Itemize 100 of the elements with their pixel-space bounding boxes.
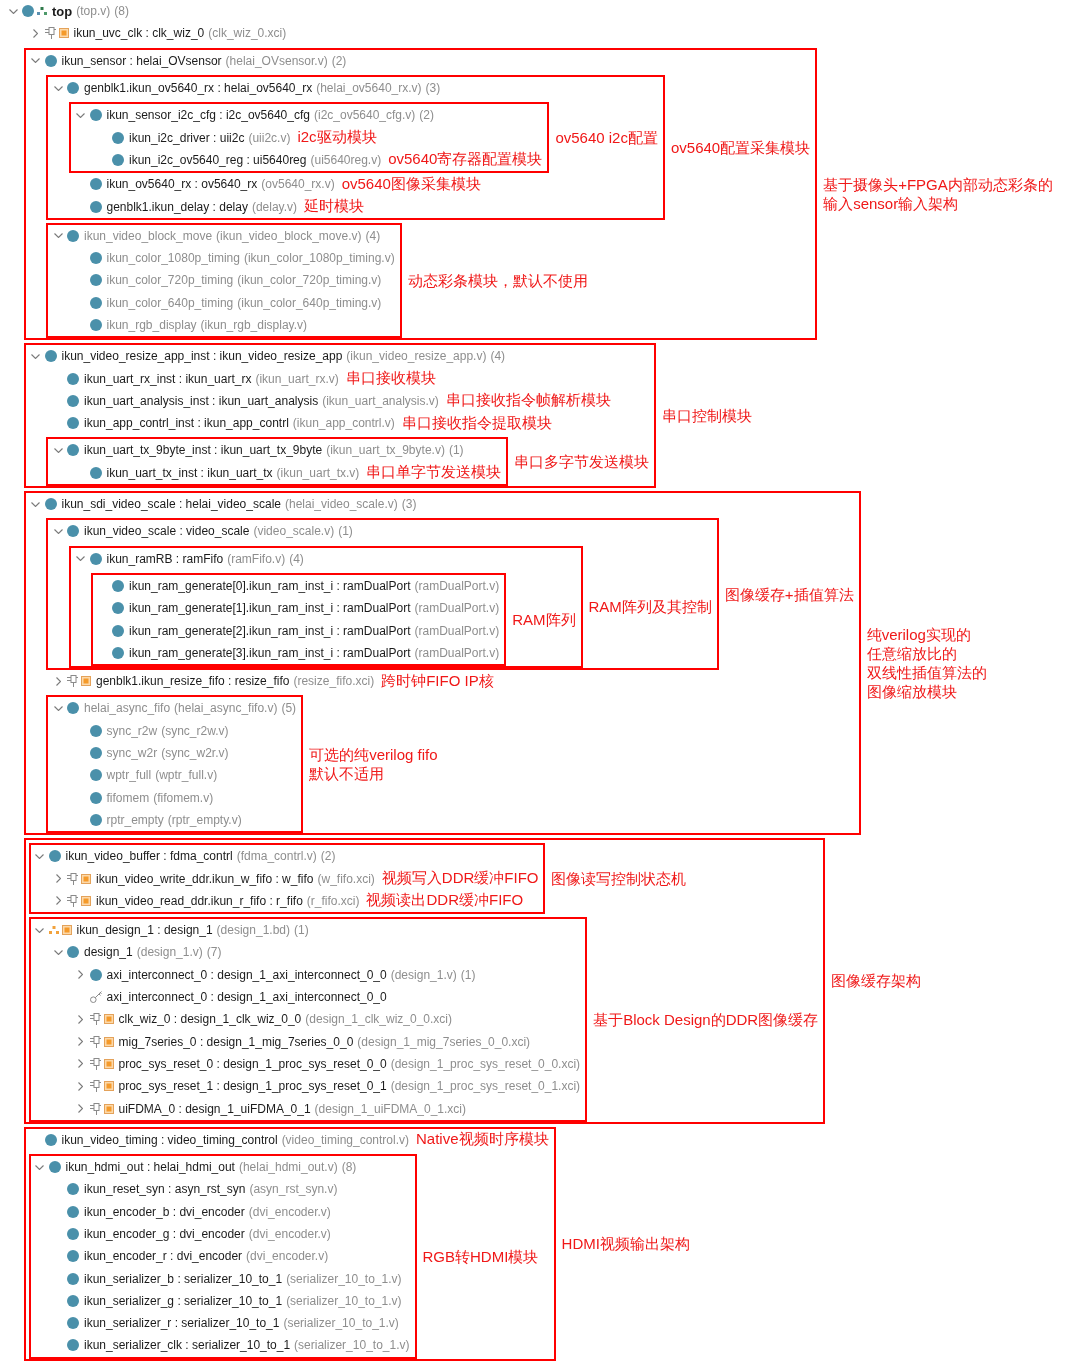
circle-icon [67,1250,79,1263]
tree-item-label[interactable]: ikun_sensor : helai_OVsensor [61,53,222,68]
chevron-icon[interactable] [35,1164,44,1170]
tree-item-label[interactable]: ikun_uart_tx_9byte_inst : ikun_uart_tx_9byte [84,443,323,458]
chevron-icon[interactable] [76,112,85,118]
tree-item-label[interactable]: ikun_i2c_driver : uii2c [129,130,245,145]
tree-item-label[interactable]: axi_interconnect_0 : design_1_axi_interconnect_0_0 [106,967,387,982]
circle-icon [67,1228,79,1240]
chevron-icon[interactable] [31,501,40,507]
tree-item-label[interactable]: ikun_ram_generate[1].ikun_ram_inst_i : ramDualPort [129,601,411,616]
tree-item-label[interactable]: mig_7series_0 : design_1_mig_7series_0_0 [118,1034,354,1049]
child-count: (1) [460,967,476,982]
tree-item-label[interactable]: genblk1.ikun_delay : delay [106,199,248,214]
chevron-icon[interactable] [78,1081,83,1091]
square-icon [61,925,72,936]
tree-item-label[interactable]: ikun_uart_rx_inst : ikun_uart_rx [84,371,252,386]
chevron-icon[interactable] [35,853,44,859]
tree-item-label[interactable]: ikun_ramRB : ramFifo [106,551,224,566]
chip-icon [44,27,56,40]
chevron-icon[interactable] [55,896,61,906]
annotation-text: 串口接收指令帧解析模块 [445,391,611,411]
tree-item-label[interactable]: ikun_ram_generate[2].ikun_ram_inst_i : ramDualPort [129,623,411,638]
chevron-icon[interactable] [33,28,38,38]
chevron-icon[interactable] [55,676,61,686]
tree-item-label[interactable]: ikun_ram_generate[3].ikun_ram_inst_i : ramDualPort [129,645,411,660]
annotation-label: RAM阵列 [512,609,576,629]
tree-item-label[interactable]: design_1 [84,945,133,960]
tree-item-label[interactable]: ikun_app_contrl_inst : ikun_app_contrl [84,416,289,431]
tree-item-label[interactable]: uiFDMA_0 : design_1_uiFDMA_0_1 [118,1101,311,1116]
tree-item-label[interactable]: ikun_i2c_ov5640_reg : ui5640reg [129,152,307,167]
tree-item-label[interactable]: ikun_sdi_video_scale : helai_video_scale [61,497,281,512]
tree-item-label[interactable]: proc_sys_reset_0 : design_1_proc_sys_reset_0_0 [118,1056,387,1071]
circle-icon [89,747,102,760]
tree-item-label[interactable]: top [52,3,73,19]
tree-item-label[interactable]: ikun_ov5640_rx : ov5640_rx [106,177,258,192]
tree-item-label[interactable]: ikun_video_resize_app_inst : ikun_video_resize_app [61,349,343,364]
tree-item-label[interactable]: ikun_hdmi_out : helai_hdmi_out [65,1160,235,1175]
tree-item-label[interactable]: ikun_serializer_b : serializer_10_to_1 [84,1271,283,1286]
tree-item-label[interactable]: ikun_uart_analysis_inst : ikun_uart_analysis [84,393,319,408]
chevron-icon[interactable] [78,1037,83,1047]
chevron-icon[interactable] [53,528,63,534]
tree-item-label[interactable]: ikun_encoder_b : dvi_encoder [84,1204,245,1219]
child-count: (4) [490,349,506,364]
chevron-icon[interactable] [35,927,44,933]
tree-item-label[interactable]: ikun_uvc_clk : clk_wiz_0 [73,26,205,41]
tree-item-label[interactable]: ikun_encoder_g : dvi_encoder [84,1227,245,1241]
tree-item-label[interactable]: genblk1.ikun_resize_fifo : resize_fifo [96,674,290,689]
annotation-label: 图像缓存+插值算法 [724,584,854,604]
chevron-icon[interactable] [76,556,85,562]
tree-item-label[interactable]: ikun_design_1 : design_1 [76,923,213,938]
tree-item-label[interactable]: ikun_video_write_ddr.ikun_w_fifo : w_fifo [96,871,314,886]
source-file: (ikun_color_1080p_timing.v) [243,251,395,266]
annotation-text: i2c驱动模块 [297,128,377,148]
tree-item-label[interactable]: ikun_serializer_g : serializer_10_to_1 [84,1293,283,1308]
tree-item-label[interactable]: genblk1.ikun_ov5640_rx : helai_ov5640_rx [84,81,313,96]
chevron-icon[interactable] [78,1014,83,1024]
annotation-label: 输入sensor输入架构 [823,193,959,213]
source-file: (design_1_proc_sys_reset_0_0.xci) [390,1056,581,1071]
tree-item-label[interactable]: proc_sys_reset_1 : design_1_proc_sys_reset_0_1 [118,1079,387,1094]
annotation-label: HDMI视频输出架构 [561,1234,690,1254]
tree-item-label[interactable]: ikun_serializer_r : serializer_10_to_1 [84,1316,280,1331]
source-file: (design_1.bd) [216,923,290,938]
tree-item-label[interactable]: ikun_video_scale : video_scale [84,524,250,539]
tree-item-label[interactable]: ikun_video_buffer : fdma_contrl [65,849,233,864]
chevron-icon[interactable] [78,1104,83,1113]
chevron-icon[interactable] [78,1059,83,1069]
tree-item-label[interactable]: axi_interconnect_0 : design_1_axi_interconnect_0_0 [106,990,387,1004]
square-icon [81,676,91,687]
chevron-icon[interactable] [53,448,63,453]
annotation-text: 串口接收模块 [345,369,436,389]
circle-icon [67,946,79,959]
circle-icon [67,1205,79,1218]
circle-icon [112,602,124,615]
source-file: (design_1.v) [390,967,457,982]
chevron-icon[interactable] [55,874,61,884]
circle-icon [89,296,102,309]
tree-item-label[interactable]: clk_wiz_0 : design_1_clk_wiz_0_0 [118,1012,302,1027]
chevron-icon[interactable] [31,353,40,359]
tree-item-label[interactable]: ikun_sensor_i2c_cfg : i2c_ov5640_cfg [106,108,310,123]
source-file: (delay.v) [251,199,298,214]
annotation-text: 视频写入DDR缓冲FIFO [381,869,539,889]
tree-item-label[interactable]: ikun_reset_syn : asyn_rst_syn [84,1182,246,1197]
tree-item-label[interactable]: ikun_video_read_ddr.ikun_r_fifo : r_fifo [96,893,303,908]
chevron-icon[interactable] [8,8,18,14]
source-file: (ramDualPort.v) [414,623,500,638]
source-file: (helai_video_scale.v) [285,497,398,512]
tree-item-label[interactable]: ikun_serializer_clk : serializer_10_to_1 [84,1338,291,1353]
tree-item-label[interactable]: ikun_video_timing : video_timing_control [61,1132,278,1147]
source-file: (ui5640reg.v) [310,152,382,167]
tree-item-label[interactable]: ikun_uart_tx_inst : ikun_uart_tx [106,465,273,480]
chevron-icon[interactable] [31,58,40,64]
chevron-icon[interactable] [78,970,83,980]
tree-item-label[interactable]: ikun_ram_generate[0].ikun_ram_inst_i : ramDualPort [129,578,411,593]
source-file: (ikun_uart_tx_9byte.v) [326,443,445,458]
source-file: (ov5640_rx.v) [261,177,335,192]
chevron-icon[interactable] [53,949,63,955]
circle-icon [89,178,102,191]
tree-item-label[interactable]: ikun_encoder_r : dvi_encoder [84,1249,243,1264]
circle-icon [89,252,102,265]
chevron-icon[interactable] [53,85,63,91]
